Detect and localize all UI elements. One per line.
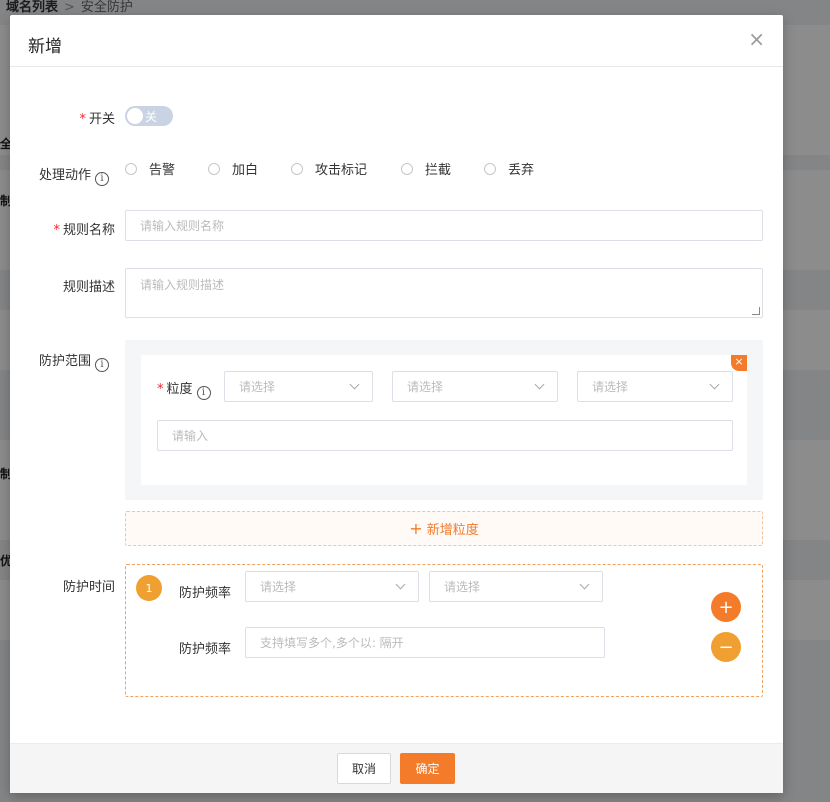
chevron-down-icon [395,579,406,590]
resize-handle-icon[interactable] [752,307,760,315]
radio-attack-mark[interactable]: 攻击标记 [291,159,367,178]
switch-label: * 开关 [79,112,115,127]
radio-block[interactable]: 拦截 [401,159,451,178]
add-granularity-button[interactable]: + 新增粒度 [125,511,763,546]
rule-desc-label: 规则描述 [62,280,115,295]
confirm-button[interactable]: 确定 [400,753,455,784]
chevron-down-icon [709,379,720,390]
radio-alert[interactable]: 告警 [125,159,175,178]
freq-label: 防护频率 [179,642,232,657]
granularity-card: × * 粒度 i 请选择 请选择 请选择 请输入 [141,355,747,485]
freq-select-2[interactable]: 请选择 [429,571,603,602]
range-container: × * 粒度 i 请选择 请选择 请选择 请输入 [125,340,763,500]
switch-state-text: 关 [145,110,158,124]
add-time-button[interactable]: + [711,592,741,622]
action-label: 处理动作 i [39,164,110,186]
rule-name-input[interactable]: 请输入规则名称 [125,210,763,241]
granularity-value-input[interactable]: 请输入 [157,420,733,451]
radio-circle [291,162,303,175]
radio-circle [401,162,413,175]
chevron-down-icon [534,379,545,390]
freq-label: 防护频率 [179,586,232,601]
freq-select-1[interactable]: 请选择 [245,571,419,602]
granularity-select-1[interactable]: 请选择 [224,371,373,402]
remove-time-button[interactable]: − [711,632,741,662]
rule-desc-textarea[interactable]: 请输入规则描述 [125,268,763,318]
index-badge: 1 [136,575,162,601]
time-container: 1 防护频率 请选择 请选择 防护频率 支持填写多个,多个以: 隔开 + − [125,564,763,697]
remove-granularity-icon[interactable]: × [731,355,747,371]
switch-knob [127,108,143,124]
range-label: 防护范围 i [39,350,110,372]
radio-circle [484,162,496,175]
enable-switch[interactable]: 关 [125,106,173,126]
chevron-down-icon [349,379,360,390]
radio-circle [125,162,137,175]
granularity-label: * 粒度 i [157,378,211,400]
modal-footer: 取消 确定 [10,743,783,793]
granularity-select-2[interactable]: 请选择 [392,371,558,402]
add-rule-modal: 新增 × * 开关 关 处理动作 i 告警 加白 攻击标记 拦截 丢弃 * 规则名称 … [10,15,783,793]
granularity-select-3[interactable]: 请选择 [577,371,733,402]
time-label: 防护时间 [62,580,115,595]
info-icon[interactable]: i [196,386,211,400]
modal-header: 新增 × [10,15,783,67]
modal-title: 新增 [28,37,62,57]
info-icon[interactable]: i [95,358,110,372]
radio-whitelist[interactable]: 加白 [208,159,258,178]
rule-name-label: * 规则名称 [53,223,115,238]
freq-input[interactable]: 支持填写多个,多个以: 隔开 [245,627,605,658]
cancel-button[interactable]: 取消 [337,753,391,784]
chevron-down-icon [579,579,590,590]
info-icon[interactable]: i [95,172,110,186]
radio-circle [208,162,220,175]
plus-icon: + [409,519,423,538]
close-icon[interactable]: × [748,29,765,49]
radio-drop[interactable]: 丢弃 [484,159,534,178]
